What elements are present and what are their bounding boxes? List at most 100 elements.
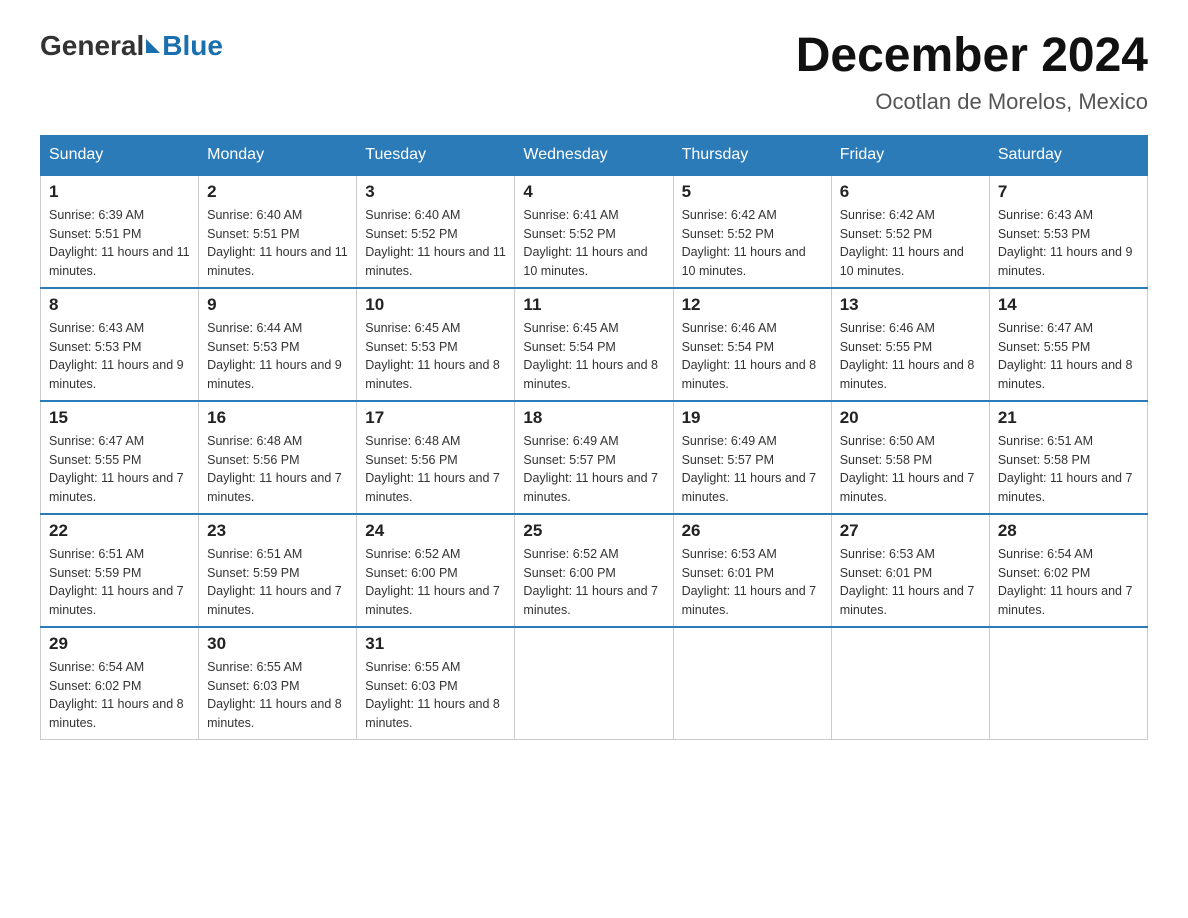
day-info: Sunrise: 6:53 AM Sunset: 6:01 PM Dayligh… — [682, 545, 823, 620]
calendar-day-14: 14 Sunrise: 6:47 AM Sunset: 5:55 PM Dayl… — [989, 288, 1147, 401]
weekday-header-tuesday: Tuesday — [357, 135, 515, 175]
main-title: December 2024 — [796, 30, 1148, 83]
calendar-day-18: 18 Sunrise: 6:49 AM Sunset: 5:57 PM Dayl… — [515, 401, 673, 514]
day-info: Sunrise: 6:47 AM Sunset: 5:55 PM Dayligh… — [49, 432, 190, 507]
calendar-week-1: 1 Sunrise: 6:39 AM Sunset: 5:51 PM Dayli… — [41, 175, 1148, 288]
day-number: 30 — [207, 634, 348, 654]
day-info: Sunrise: 6:41 AM Sunset: 5:52 PM Dayligh… — [523, 206, 664, 281]
calendar-day-30: 30 Sunrise: 6:55 AM Sunset: 6:03 PM Dayl… — [199, 627, 357, 740]
day-info: Sunrise: 6:45 AM Sunset: 5:53 PM Dayligh… — [365, 319, 506, 394]
calendar-week-5: 29 Sunrise: 6:54 AM Sunset: 6:02 PM Dayl… — [41, 627, 1148, 740]
calendar-week-3: 15 Sunrise: 6:47 AM Sunset: 5:55 PM Dayl… — [41, 401, 1148, 514]
day-info: Sunrise: 6:48 AM Sunset: 5:56 PM Dayligh… — [207, 432, 348, 507]
calendar-day-16: 16 Sunrise: 6:48 AM Sunset: 5:56 PM Dayl… — [199, 401, 357, 514]
page-header: General Blue December 2024 Ocotlan de Mo… — [40, 30, 1148, 115]
calendar-day-25: 25 Sunrise: 6:52 AM Sunset: 6:00 PM Dayl… — [515, 514, 673, 627]
empty-cell — [515, 627, 673, 740]
calendar-day-21: 21 Sunrise: 6:51 AM Sunset: 5:58 PM Dayl… — [989, 401, 1147, 514]
empty-cell — [831, 627, 989, 740]
calendar-day-3: 3 Sunrise: 6:40 AM Sunset: 5:52 PM Dayli… — [357, 175, 515, 288]
day-info: Sunrise: 6:39 AM Sunset: 5:51 PM Dayligh… — [49, 206, 190, 281]
day-number: 23 — [207, 521, 348, 541]
day-number: 15 — [49, 408, 190, 428]
day-info: Sunrise: 6:42 AM Sunset: 5:52 PM Dayligh… — [840, 206, 981, 281]
logo-arrow-icon — [146, 39, 160, 53]
day-info: Sunrise: 6:51 AM Sunset: 5:58 PM Dayligh… — [998, 432, 1139, 507]
day-number: 14 — [998, 295, 1139, 315]
day-number: 21 — [998, 408, 1139, 428]
day-info: Sunrise: 6:49 AM Sunset: 5:57 PM Dayligh… — [682, 432, 823, 507]
logo-blue-text: Blue — [162, 30, 223, 62]
day-number: 5 — [682, 182, 823, 202]
day-info: Sunrise: 6:49 AM Sunset: 5:57 PM Dayligh… — [523, 432, 664, 507]
day-number: 31 — [365, 634, 506, 654]
day-number: 27 — [840, 521, 981, 541]
empty-cell — [989, 627, 1147, 740]
day-info: Sunrise: 6:50 AM Sunset: 5:58 PM Dayligh… — [840, 432, 981, 507]
day-number: 28 — [998, 521, 1139, 541]
calendar-day-24: 24 Sunrise: 6:52 AM Sunset: 6:00 PM Dayl… — [357, 514, 515, 627]
day-number: 20 — [840, 408, 981, 428]
calendar-day-6: 6 Sunrise: 6:42 AM Sunset: 5:52 PM Dayli… — [831, 175, 989, 288]
day-info: Sunrise: 6:53 AM Sunset: 6:01 PM Dayligh… — [840, 545, 981, 620]
day-info: Sunrise: 6:51 AM Sunset: 5:59 PM Dayligh… — [49, 545, 190, 620]
calendar-day-27: 27 Sunrise: 6:53 AM Sunset: 6:01 PM Dayl… — [831, 514, 989, 627]
day-info: Sunrise: 6:54 AM Sunset: 6:02 PM Dayligh… — [49, 658, 190, 733]
weekday-header-monday: Monday — [199, 135, 357, 175]
calendar-day-12: 12 Sunrise: 6:46 AM Sunset: 5:54 PM Dayl… — [673, 288, 831, 401]
empty-cell — [673, 627, 831, 740]
day-number: 11 — [523, 295, 664, 315]
calendar-day-13: 13 Sunrise: 6:46 AM Sunset: 5:55 PM Dayl… — [831, 288, 989, 401]
weekday-header-row: SundayMondayTuesdayWednesdayThursdayFrid… — [41, 135, 1148, 175]
day-number: 29 — [49, 634, 190, 654]
day-info: Sunrise: 6:43 AM Sunset: 5:53 PM Dayligh… — [998, 206, 1139, 281]
calendar-day-4: 4 Sunrise: 6:41 AM Sunset: 5:52 PM Dayli… — [515, 175, 673, 288]
day-info: Sunrise: 6:45 AM Sunset: 5:54 PM Dayligh… — [523, 319, 664, 394]
day-info: Sunrise: 6:52 AM Sunset: 6:00 PM Dayligh… — [523, 545, 664, 620]
day-number: 19 — [682, 408, 823, 428]
day-info: Sunrise: 6:55 AM Sunset: 6:03 PM Dayligh… — [365, 658, 506, 733]
day-number: 24 — [365, 521, 506, 541]
title-section: December 2024 Ocotlan de Morelos, Mexico — [796, 30, 1148, 115]
day-info: Sunrise: 6:54 AM Sunset: 6:02 PM Dayligh… — [998, 545, 1139, 620]
weekday-header-thursday: Thursday — [673, 135, 831, 175]
day-number: 8 — [49, 295, 190, 315]
calendar-day-31: 31 Sunrise: 6:55 AM Sunset: 6:03 PM Dayl… — [357, 627, 515, 740]
day-number: 6 — [840, 182, 981, 202]
day-number: 2 — [207, 182, 348, 202]
calendar-day-15: 15 Sunrise: 6:47 AM Sunset: 5:55 PM Dayl… — [41, 401, 199, 514]
location-subtitle: Ocotlan de Morelos, Mexico — [796, 89, 1148, 115]
day-info: Sunrise: 6:51 AM Sunset: 5:59 PM Dayligh… — [207, 545, 348, 620]
calendar-day-17: 17 Sunrise: 6:48 AM Sunset: 5:56 PM Dayl… — [357, 401, 515, 514]
day-info: Sunrise: 6:40 AM Sunset: 5:52 PM Dayligh… — [365, 206, 506, 281]
calendar-day-5: 5 Sunrise: 6:42 AM Sunset: 5:52 PM Dayli… — [673, 175, 831, 288]
calendar-day-2: 2 Sunrise: 6:40 AM Sunset: 5:51 PM Dayli… — [199, 175, 357, 288]
day-number: 22 — [49, 521, 190, 541]
calendar-day-28: 28 Sunrise: 6:54 AM Sunset: 6:02 PM Dayl… — [989, 514, 1147, 627]
day-info: Sunrise: 6:47 AM Sunset: 5:55 PM Dayligh… — [998, 319, 1139, 394]
day-number: 7 — [998, 182, 1139, 202]
day-number: 4 — [523, 182, 664, 202]
day-info: Sunrise: 6:46 AM Sunset: 5:55 PM Dayligh… — [840, 319, 981, 394]
calendar-day-23: 23 Sunrise: 6:51 AM Sunset: 5:59 PM Dayl… — [199, 514, 357, 627]
day-info: Sunrise: 6:42 AM Sunset: 5:52 PM Dayligh… — [682, 206, 823, 281]
logo-general-text: General — [40, 30, 144, 62]
weekday-header-wednesday: Wednesday — [515, 135, 673, 175]
day-number: 25 — [523, 521, 664, 541]
day-number: 16 — [207, 408, 348, 428]
day-number: 1 — [49, 182, 190, 202]
calendar-day-7: 7 Sunrise: 6:43 AM Sunset: 5:53 PM Dayli… — [989, 175, 1147, 288]
calendar-day-29: 29 Sunrise: 6:54 AM Sunset: 6:02 PM Dayl… — [41, 627, 199, 740]
calendar-day-19: 19 Sunrise: 6:49 AM Sunset: 5:57 PM Dayl… — [673, 401, 831, 514]
day-info: Sunrise: 6:55 AM Sunset: 6:03 PM Dayligh… — [207, 658, 348, 733]
day-info: Sunrise: 6:48 AM Sunset: 5:56 PM Dayligh… — [365, 432, 506, 507]
calendar-day-26: 26 Sunrise: 6:53 AM Sunset: 6:01 PM Dayl… — [673, 514, 831, 627]
calendar-week-4: 22 Sunrise: 6:51 AM Sunset: 5:59 PM Dayl… — [41, 514, 1148, 627]
weekday-header-friday: Friday — [831, 135, 989, 175]
calendar-day-10: 10 Sunrise: 6:45 AM Sunset: 5:53 PM Dayl… — [357, 288, 515, 401]
day-number: 10 — [365, 295, 506, 315]
calendar-day-22: 22 Sunrise: 6:51 AM Sunset: 5:59 PM Dayl… — [41, 514, 199, 627]
day-info: Sunrise: 6:43 AM Sunset: 5:53 PM Dayligh… — [49, 319, 190, 394]
day-info: Sunrise: 6:52 AM Sunset: 6:00 PM Dayligh… — [365, 545, 506, 620]
day-info: Sunrise: 6:40 AM Sunset: 5:51 PM Dayligh… — [207, 206, 348, 281]
